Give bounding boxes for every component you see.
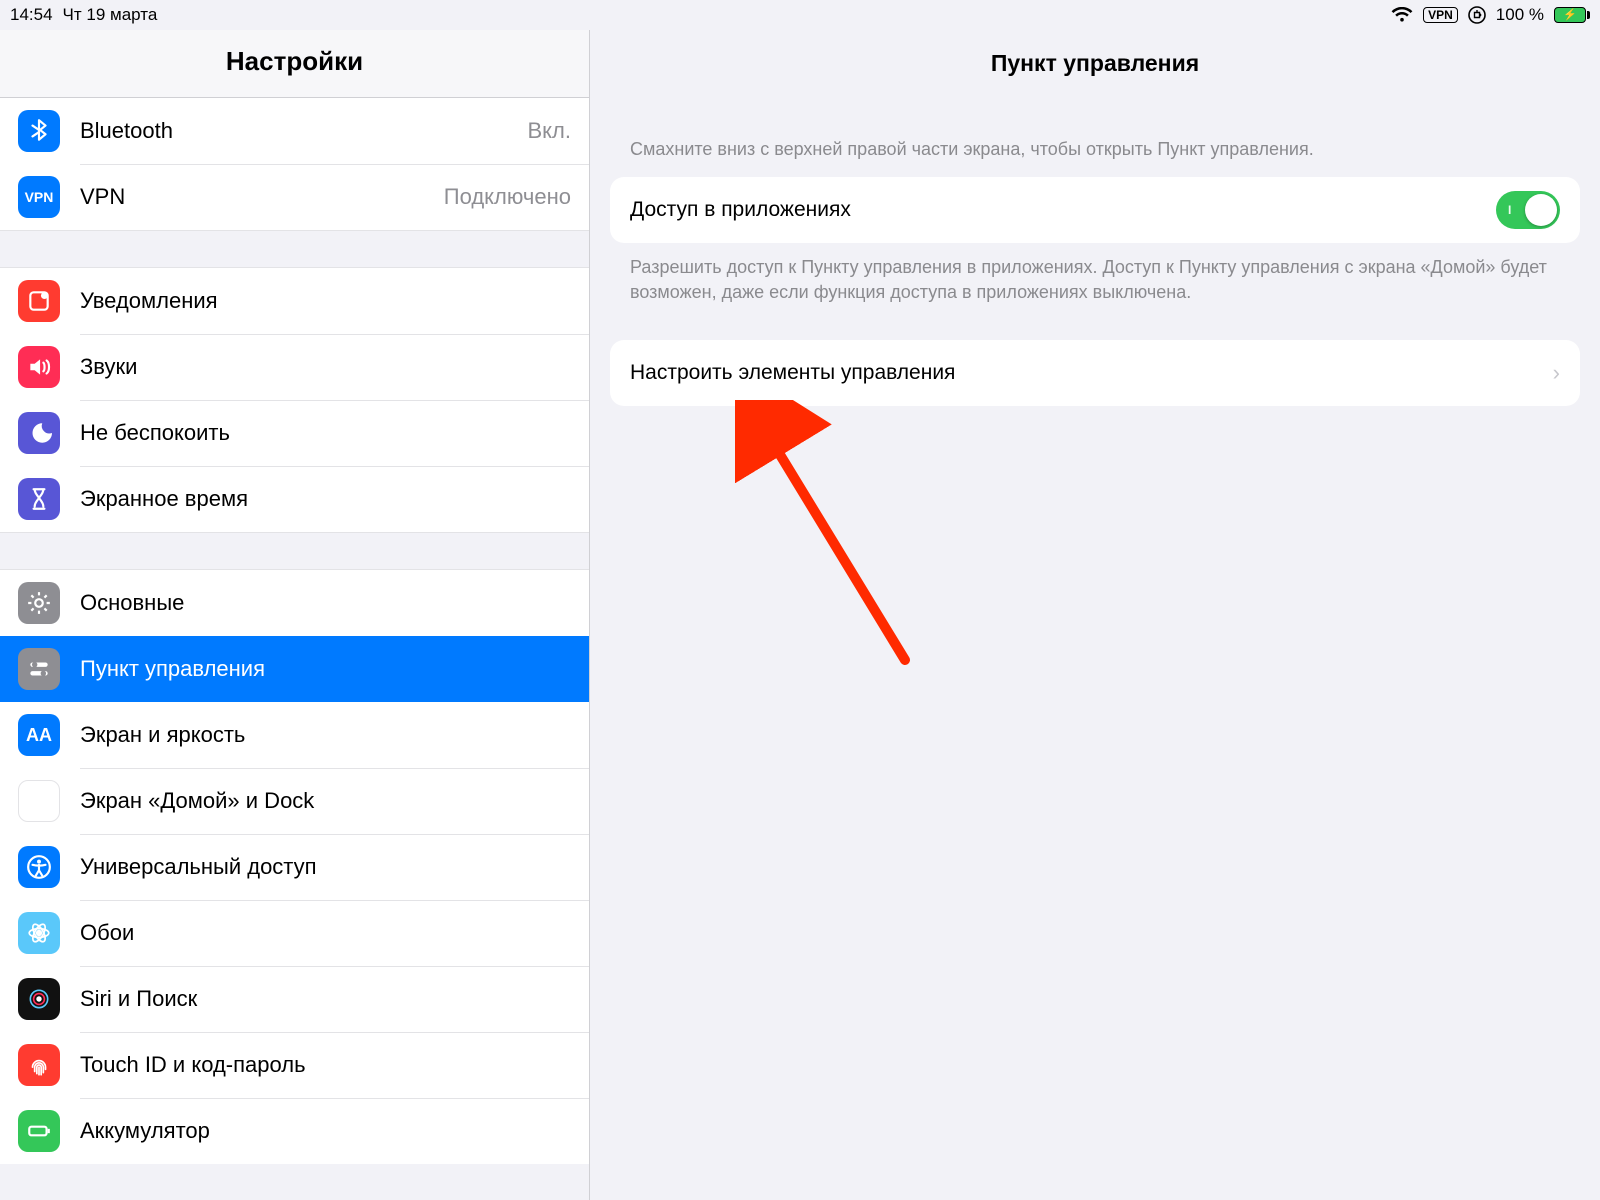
annotation-arrow — [735, 400, 935, 680]
sidebar-item-siri[interactable]: Siri и Поиск — [0, 966, 589, 1032]
sidebar-item-touchid[interactable]: Touch ID и код-пароль — [0, 1032, 589, 1098]
notifications-icon — [18, 280, 60, 322]
sidebar-item-label: Bluetooth — [80, 118, 528, 144]
fingerprint-icon — [18, 1044, 60, 1086]
sidebar-item-vpn[interactable]: VPN VPN Подключено — [0, 164, 589, 230]
switches-icon — [18, 648, 60, 690]
status-date: Чт 19 марта — [63, 5, 158, 25]
customize-controls-cell[interactable]: Настроить элементы управления › — [610, 340, 1580, 406]
detail-hint: Смахните вниз с верхней правой части экр… — [610, 137, 1580, 177]
detail-title: Пункт управления — [610, 30, 1580, 137]
vpn-icon: VPN — [18, 176, 60, 218]
sidebar-item-label: Экранное время — [80, 486, 571, 512]
sidebar-item-label: Уведомления — [80, 288, 571, 314]
gear-icon — [18, 582, 60, 624]
sidebar-item-label: Siri и Поиск — [80, 986, 571, 1012]
access-in-apps-cell[interactable]: Доступ в приложениях I — [610, 177, 1580, 243]
moon-icon — [18, 412, 60, 454]
sidebar-item-label: Экран и яркость — [80, 722, 571, 748]
text-size-icon: AA — [18, 714, 60, 756]
status-time: 14:54 — [10, 5, 53, 25]
sidebar-item-label: VPN — [80, 184, 444, 210]
chevron-right-icon: › — [1553, 360, 1560, 386]
sidebar-item-label: Аккумулятор — [80, 1118, 571, 1144]
sidebar-item-sounds[interactable]: Звуки — [0, 334, 589, 400]
access-in-apps-toggle[interactable]: I — [1496, 191, 1560, 229]
access-in-apps-label: Доступ в приложениях — [630, 198, 1496, 222]
siri-icon — [18, 978, 60, 1020]
sidebar-item-label: Звуки — [80, 354, 571, 380]
sidebar-group-network: Bluetooth Вкл. VPN VPN Подключено — [0, 98, 589, 231]
sidebar-item-label: Touch ID и код-пароль — [80, 1052, 571, 1078]
vpn-badge: VPN — [1423, 7, 1458, 23]
sidebar-item-label: Основные — [80, 590, 571, 616]
sounds-icon — [18, 346, 60, 388]
sidebar-item-notifications[interactable]: Уведомления — [0, 268, 589, 334]
access-in-apps-footer: Разрешить доступ к Пункту управления в п… — [610, 243, 1580, 340]
wifi-icon — [1391, 7, 1413, 23]
sidebar-item-display[interactable]: AA Экран и яркость — [0, 702, 589, 768]
sidebar-item-screentime[interactable]: Экранное время — [0, 466, 589, 532]
wallpaper-icon — [18, 912, 60, 954]
bluetooth-icon — [18, 110, 60, 152]
sidebar-group-system: Основные Пункт управления AA Экран и ярк… — [0, 569, 589, 1164]
sidebar-item-dnd[interactable]: Не беспокоить — [0, 400, 589, 466]
customize-controls-label: Настроить элементы управления — [630, 361, 1553, 385]
settings-sidebar[interactable]: Настройки Bluetooth Вкл. VPN VPN Подключ… — [0, 30, 590, 1200]
sidebar-item-accessibility[interactable]: Универсальный доступ — [0, 834, 589, 900]
sidebar-item-value: Подключено — [444, 184, 571, 210]
sidebar-item-bluetooth[interactable]: Bluetooth Вкл. — [0, 98, 589, 164]
sidebar-title: Настройки — [0, 30, 589, 98]
sidebar-group-alerts: Уведомления Звуки Не беспокоить Экранное… — [0, 267, 589, 533]
accessibility-icon — [18, 846, 60, 888]
sidebar-item-label: Обои — [80, 920, 571, 946]
sidebar-item-control-center[interactable]: Пункт управления — [0, 636, 589, 702]
orientation-lock-icon — [1468, 6, 1486, 24]
detail-pane: Пункт управления Смахните вниз с верхней… — [590, 30, 1600, 1200]
home-screen-icon — [18, 780, 60, 822]
sidebar-item-wallpaper[interactable]: Обои — [0, 900, 589, 966]
status-bar: 14:54 Чт 19 марта VPN 100 % ⚡ — [0, 0, 1600, 30]
sidebar-item-label: Пункт управления — [80, 656, 571, 682]
battery-icon — [18, 1110, 60, 1152]
sidebar-item-home-dock[interactable]: Экран «Домой» и Dock — [0, 768, 589, 834]
sidebar-item-value: Вкл. — [528, 118, 572, 144]
sidebar-item-battery[interactable]: Аккумулятор — [0, 1098, 589, 1164]
sidebar-item-label: Не беспокоить — [80, 420, 571, 446]
battery-percent: 100 % — [1496, 5, 1544, 25]
sidebar-item-label: Универсальный доступ — [80, 854, 571, 880]
battery-icon: ⚡ — [1554, 7, 1590, 23]
sidebar-item-general[interactable]: Основные — [0, 570, 589, 636]
hourglass-icon — [18, 478, 60, 520]
sidebar-item-label: Экран «Домой» и Dock — [80, 788, 571, 814]
